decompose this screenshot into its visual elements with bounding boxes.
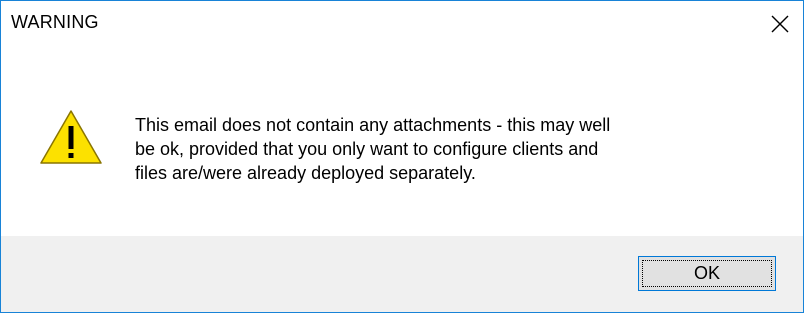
close-icon bbox=[771, 15, 789, 33]
ok-button-label: OK bbox=[693, 263, 720, 283]
message-line: be ok, provided that you only want to co… bbox=[135, 139, 599, 159]
ok-button[interactable]: OK bbox=[638, 256, 776, 291]
close-button[interactable] bbox=[757, 1, 803, 47]
title-bar: WARNING bbox=[1, 1, 803, 47]
warning-message: This email does not contain any attachme… bbox=[135, 113, 775, 185]
message-line: This email does not contain any attachme… bbox=[135, 115, 611, 135]
dialog-content: This email does not contain any attachme… bbox=[1, 47, 803, 236]
warning-dialog: WARNING This email does not contain any … bbox=[0, 0, 804, 313]
button-bar: OK bbox=[1, 236, 803, 312]
message-line: files are/were already deployed separate… bbox=[135, 163, 476, 183]
warning-icon bbox=[40, 110, 102, 164]
dialog-title: WARNING bbox=[11, 12, 99, 32]
